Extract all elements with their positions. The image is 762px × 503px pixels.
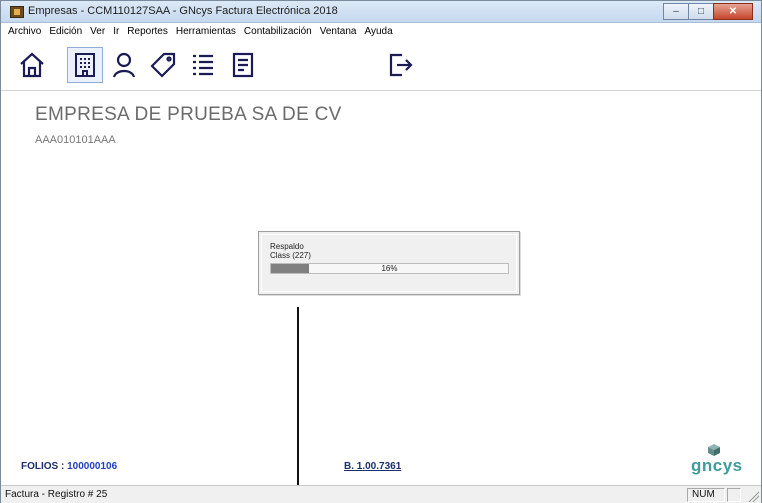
exit-icon [389,53,413,77]
status-text: Factura - Registro # 25 [5,489,108,500]
num-lock-indicator: NUM [687,488,725,502]
progress-bar: 16% [270,263,509,274]
status-cell [727,488,741,502]
products-button[interactable] [145,47,181,83]
title-bar[interactable]: Empresas - CCM110127SAA - GNcys Factura … [1,1,761,23]
invoices-button[interactable] [225,47,261,83]
companies-button[interactable] [67,47,103,83]
menu-edicion[interactable]: Edición [46,23,85,40]
folios-info: FOLIOS : 100000106 [21,461,117,472]
close-button[interactable]: ✕ [713,3,753,20]
app-window: Empresas - CCM110127SAA - GNcys Factura … [0,0,762,503]
menu-archivo[interactable]: Archivo [5,23,44,40]
progress-dialog: Respaldo Class (227) 16% [258,231,520,295]
resize-grip[interactable] [747,490,759,502]
vertical-line [297,307,299,503]
company-rfc: AAA010101AAA [35,134,116,146]
menu-reportes[interactable]: Reportes [124,23,171,40]
clients-button[interactable] [106,47,142,83]
version-link[interactable]: B. 1.00.7361 [344,461,401,472]
catalog-button[interactable] [185,47,221,83]
app-icon [10,6,24,18]
toolbar [1,41,761,91]
window-controls: ‒ □ ✕ [663,3,753,20]
menu-ventana[interactable]: Ventana [317,23,360,40]
company-name: EMPRESA DE PRUEBA SA DE CV [35,104,342,125]
cube-logo-icon [708,444,720,456]
menu-ver[interactable]: Ver [87,23,108,40]
gncys-logo: gncys [691,443,743,479]
folios-value: 100000106 [67,461,118,472]
tag-icon [150,52,176,78]
building-icon [75,53,95,77]
progress-detail: Class (227) [270,251,311,260]
logo-text: gncys [691,456,743,475]
menu-bar: Archivo Edición Ver Ir Reportes Herramie… [1,23,761,40]
folios-label: FOLIOS : [21,461,65,472]
menu-ir[interactable]: Ir [110,23,122,40]
window-title: Empresas - CCM110127SAA - GNcys Factura … [28,5,338,17]
progress-operation: Respaldo [270,242,304,251]
maximize-button[interactable]: □ [688,3,714,20]
home-button[interactable] [14,47,50,83]
home-icon [20,52,44,78]
menu-contabilizacion[interactable]: Contabilización [241,23,315,40]
menu-herramientas[interactable]: Herramientas [173,23,239,40]
progress-percent: 16% [381,264,398,273]
minimize-button[interactable]: ‒ [663,3,689,20]
menu-ayuda[interactable]: Ayuda [361,23,395,40]
user-icon [112,52,136,78]
document-icon [232,52,254,78]
list-icon [193,54,213,76]
exit-button[interactable] [382,47,418,83]
status-bar: Factura - Registro # 25 NUM [1,485,761,503]
